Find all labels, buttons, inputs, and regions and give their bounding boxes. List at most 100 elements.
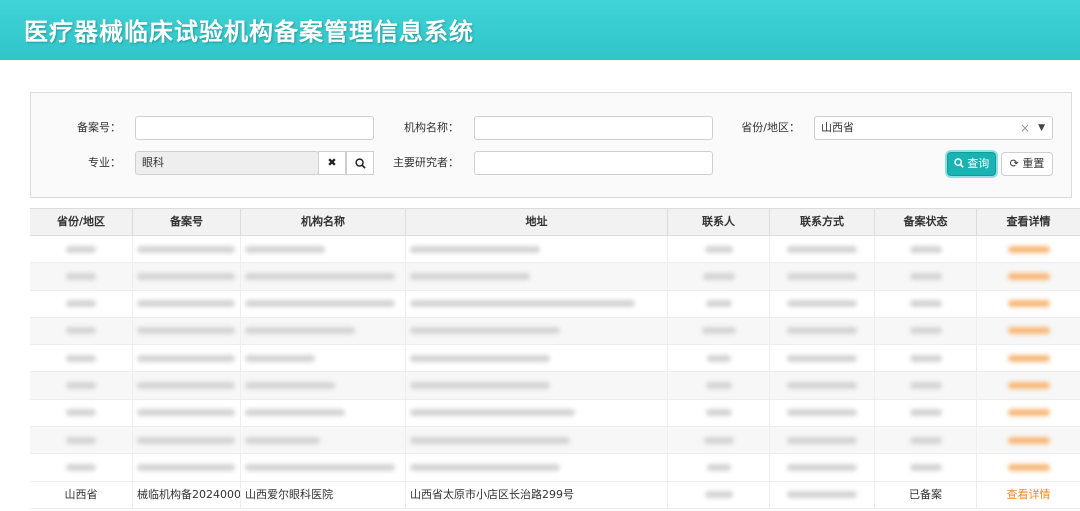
query-button[interactable]: 查询 <box>947 152 996 176</box>
province-label: 省份/地区： <box>741 121 800 134</box>
redacted-cell <box>66 381 96 389</box>
redacted-link[interactable] <box>1007 381 1050 389</box>
redacted-cell <box>704 245 733 253</box>
redacted-link[interactable] <box>1007 272 1050 280</box>
redacted-cell <box>137 436 235 444</box>
redacted-cell <box>245 381 335 389</box>
app-header: 医疗器械临床试验机构备案管理信息系统 <box>0 0 1080 60</box>
redacted-cell <box>787 245 857 253</box>
specialty-label: 专业： <box>88 156 121 169</box>
record-no-label: 备案号： <box>77 121 121 134</box>
redacted-cell <box>410 381 550 389</box>
redacted-cell <box>66 327 96 335</box>
redacted-link[interactable] <box>1007 436 1050 444</box>
investigator-label: 主要研究者： <box>393 156 459 169</box>
redacted-cell <box>787 327 857 335</box>
redacted-link[interactable] <box>1007 354 1050 362</box>
redacted-cell <box>909 381 942 389</box>
redacted-cell <box>909 463 942 471</box>
clear-icon[interactable]: × <box>1020 117 1030 139</box>
redacted-cell <box>701 327 736 335</box>
province-select[interactable]: 山西省 × ▼ <box>814 116 1053 140</box>
redacted-cell <box>787 300 857 308</box>
table-header: 省份/地区 备案号 机构名称 地址 联系人 联系方式 备案状态 查看详情 <box>30 209 1080 236</box>
investigator-input[interactable] <box>474 151 713 175</box>
redacted-cell <box>410 272 530 280</box>
province-select-value: 山西省 <box>821 121 854 134</box>
redacted-cell <box>245 327 355 335</box>
redacted-cell <box>705 409 732 417</box>
redacted-cell <box>909 300 942 308</box>
redacted-cell <box>704 491 733 499</box>
clear-specialty-button[interactable]: ✖ <box>318 151 346 175</box>
chevron-down-icon[interactable]: ▼ <box>1038 117 1045 139</box>
column-header: 备案状态 <box>875 209 977 235</box>
table-row <box>30 399 1080 428</box>
redacted-cell <box>410 354 550 362</box>
table-row <box>30 427 1080 455</box>
table-row <box>30 317 1080 346</box>
redacted-cell <box>137 381 235 389</box>
redacted-cell <box>66 436 96 444</box>
redacted-cell <box>245 354 315 362</box>
specialty-value: 眼科 <box>142 156 164 169</box>
redacted-cell <box>410 327 560 335</box>
redacted-cell <box>909 327 942 335</box>
redacted-link[interactable] <box>1007 463 1050 471</box>
redacted-cell <box>137 354 235 362</box>
redacted-cell <box>705 300 732 308</box>
redacted-cell <box>703 436 734 444</box>
redacted-cell <box>245 436 320 444</box>
table-row <box>30 372 1080 400</box>
system-title: 医疗器械临床试验机构备案管理信息系统 <box>24 17 474 46</box>
redacted-cell <box>706 463 731 471</box>
results-table: 省份/地区 备案号 机构名称 地址 联系人 联系方式 备案状态 查看详情 山西省… <box>30 208 1080 509</box>
reset-button-label: 重置 <box>1022 157 1045 170</box>
redacted-cell <box>787 409 857 417</box>
redacted-cell <box>787 381 857 389</box>
column-header: 机构名称 <box>241 209 406 235</box>
redacted-cell <box>705 381 732 389</box>
redacted-cell <box>410 409 575 417</box>
column-header: 联系人 <box>668 209 770 235</box>
redacted-cell <box>137 409 235 417</box>
table-row <box>30 290 1080 318</box>
redacted-link[interactable] <box>1007 245 1050 253</box>
redacted-cell <box>245 409 345 417</box>
redacted-cell <box>706 354 731 362</box>
org-name-input[interactable] <box>474 116 713 140</box>
column-header: 联系方式 <box>770 209 875 235</box>
redacted-cell <box>137 245 235 253</box>
redacted-cell <box>787 491 857 499</box>
redacted-cell <box>787 463 857 471</box>
search-panel: 备案号： 机构名称： 省份/地区： 山西省 × ▼ 专业： 眼科 ✖ 主要研究者… <box>30 92 1072 198</box>
record-no-input[interactable] <box>135 116 374 140</box>
org-name-label: 机构名称： <box>404 121 459 134</box>
column-header: 查看详情 <box>1006 215 1051 228</box>
cell-record-no: 械临机构备202400010 <box>133 481 241 508</box>
redacted-cell <box>66 463 96 471</box>
reset-button[interactable]: ⟳ 重置 <box>1001 152 1053 176</box>
redacted-cell <box>909 354 942 362</box>
table-row: 山西省 械临机构备202400010 山西爱尔眼科医院 山西省太原市小店区长治路… <box>30 481 1080 509</box>
redacted-link[interactable] <box>1007 327 1050 335</box>
table-row <box>30 345 1080 373</box>
close-icon: ✖ <box>327 156 337 169</box>
redacted-cell <box>787 436 857 444</box>
redacted-cell <box>245 245 325 253</box>
column-header: 备案号 <box>133 209 241 235</box>
table-row <box>30 236 1080 264</box>
redacted-cell <box>410 300 635 308</box>
redacted-cell <box>909 245 942 253</box>
redacted-cell <box>410 463 560 471</box>
specialty-input[interactable]: 眼科 <box>135 151 319 175</box>
cell-status: 已备案 <box>875 481 977 508</box>
redacted-link[interactable] <box>1007 300 1050 308</box>
redacted-cell <box>909 436 942 444</box>
redacted-cell <box>787 354 857 362</box>
redacted-cell <box>66 409 96 417</box>
view-details-link[interactable]: 查看详情 <box>1007 488 1051 501</box>
table-row <box>30 263 1080 291</box>
redacted-link[interactable] <box>1007 409 1050 417</box>
column-header: 省份/地区 <box>30 209 133 235</box>
